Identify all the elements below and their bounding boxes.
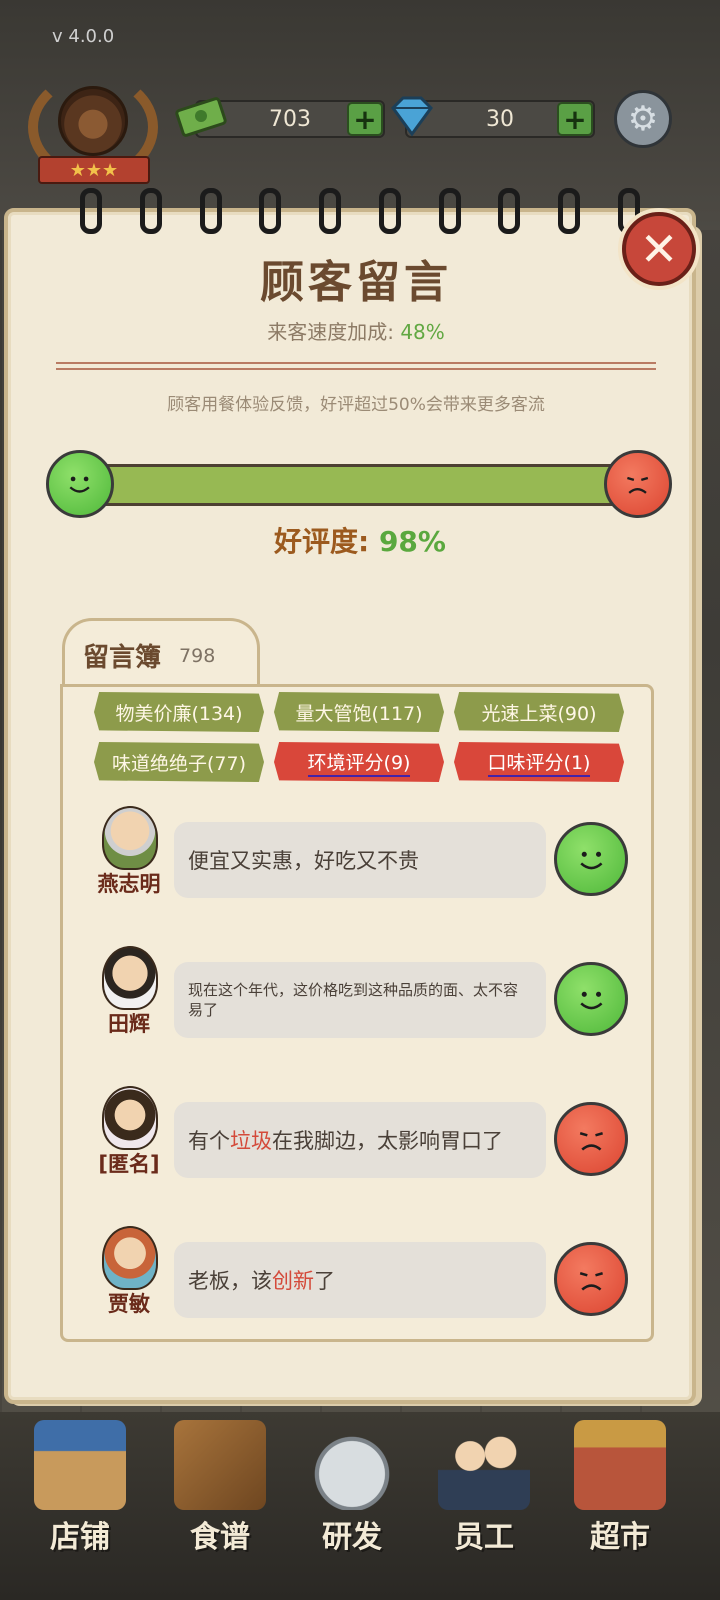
- message-text-part: 有个: [188, 1129, 230, 1153]
- review-tag[interactable]: 物美价廉(134): [94, 692, 264, 732]
- staff-icon: [438, 1420, 530, 1510]
- customer-name: 田辉: [108, 1012, 150, 1036]
- sad-face-icon: [554, 1102, 628, 1176]
- avatar: [102, 1226, 158, 1290]
- message-text-part: 老板，该: [188, 1269, 272, 1293]
- guestbook-count: 798: [179, 644, 216, 667]
- money-counter: 703 +: [175, 97, 385, 138]
- message-row: [匿名] 有个垃圾在我脚边，太影响胃口了: [84, 1086, 644, 1196]
- noodle-bowl-icon: [58, 86, 128, 156]
- nav-label: 食谱: [190, 1520, 250, 1555]
- review-tag-label: 环境评分(9): [307, 748, 411, 777]
- ring: [259, 188, 282, 234]
- message-text: 便宜又实惠，好吃又不贵: [188, 849, 419, 873]
- panel-title: 顾客留言: [260, 257, 452, 308]
- message-bubble: 有个垃圾在我脚边，太影响胃口了: [174, 1102, 546, 1178]
- gem-counter: 30 +: [391, 96, 595, 138]
- message-text-part: 在我脚边，太影响胃口了: [272, 1129, 503, 1153]
- ring: [558, 188, 581, 234]
- nav-recipes[interactable]: 食谱: [160, 1420, 280, 1570]
- nav-label: 超市: [590, 1520, 650, 1555]
- ring: [438, 188, 461, 234]
- message-row: 贾敏 老板，该创新了: [84, 1226, 644, 1336]
- happy-face-icon: [554, 822, 628, 896]
- review-tag-negative[interactable]: 环境评分(9): [274, 742, 444, 782]
- cash-icon: [175, 97, 227, 137]
- message-text: 有个垃圾在我脚边，太影响胃口了: [188, 1125, 503, 1155]
- divider: [56, 362, 656, 370]
- feedback-hint: 顾客用餐体验反馈，好评超过50%会带来更多客流: [167, 395, 545, 415]
- nav-research[interactable]: 研发: [292, 1420, 412, 1570]
- diamond-icon: [391, 96, 433, 137]
- ring: [498, 188, 521, 234]
- customer-name: [匿名]: [98, 1152, 160, 1176]
- rating-progress-bar: [80, 464, 640, 506]
- add-gems-button[interactable]: +: [557, 102, 593, 136]
- ring: [378, 188, 401, 234]
- good-rating-label: 好评度:: [274, 525, 370, 558]
- nav-label: 研发: [322, 1520, 382, 1555]
- ring: [199, 188, 222, 234]
- sad-face-icon: [604, 450, 672, 518]
- review-tag-label: 光速上菜(90): [481, 702, 597, 725]
- guestbook-label: 留言簿: [83, 643, 162, 673]
- tab-guestbook[interactable]: 留言簿 798: [62, 618, 260, 690]
- ring: [80, 188, 102, 234]
- avatar: [102, 806, 158, 870]
- customer-name: 贾敏: [108, 1292, 150, 1316]
- nav-supermarket[interactable]: 超市: [560, 1420, 680, 1570]
- nav-label: 员工: [454, 1520, 514, 1555]
- cooking-pot-icon: [306, 1420, 398, 1510]
- review-tag[interactable]: 味道绝绝子(77): [94, 742, 264, 782]
- notebook-rings: [80, 188, 640, 234]
- ring: [139, 188, 162, 234]
- gem-value: 30: [486, 106, 514, 132]
- review-tag-negative[interactable]: 口味评分(1): [454, 742, 624, 782]
- good-rating-value: 98%: [378, 525, 446, 558]
- money-value: 703: [269, 106, 311, 132]
- add-money-button[interactable]: +: [347, 102, 383, 136]
- happy-face-icon: [46, 450, 114, 518]
- version-label: v 4.0.0: [52, 26, 115, 47]
- avatar: [102, 946, 158, 1010]
- good-rating: 好评度: 98%: [0, 520, 720, 560]
- speed-value: 48%: [400, 320, 445, 344]
- review-tag-label: 量大管饱(117): [295, 702, 423, 725]
- review-tag[interactable]: 量大管饱(117): [274, 692, 444, 732]
- message-text: 老板，该创新了: [188, 1265, 335, 1295]
- customer-name: 燕志明: [97, 872, 161, 896]
- recipe-book-icon: [174, 1420, 266, 1510]
- review-tag-label: 味道绝绝子(77): [111, 752, 246, 775]
- shop-icon: [34, 1420, 126, 1510]
- customer-speed-bonus: 来客速度加成: 48%: [0, 316, 712, 345]
- review-tag-label: 物美价廉(134): [115, 702, 243, 725]
- star-rating: ★★★: [38, 156, 150, 184]
- message-text: 现在这个年代，这价格吃到这种品质的面、太不容易了: [188, 981, 519, 1019]
- nav-shop[interactable]: 店铺: [20, 1420, 140, 1570]
- message-bubble: 现在这个年代，这价格吃到这种品质的面、太不容易了: [174, 962, 546, 1038]
- message-highlight: 垃圾: [230, 1129, 272, 1153]
- avatar: [102, 1086, 158, 1150]
- review-tag[interactable]: 光速上菜(90): [454, 692, 624, 732]
- nav-label: 店铺: [50, 1520, 110, 1555]
- message-row: 田辉 现在这个年代，这价格吃到这种品质的面、太不容易了: [84, 946, 644, 1056]
- message-highlight: 创新: [272, 1269, 314, 1293]
- sad-face-icon: [554, 1242, 628, 1316]
- speed-label: 来客速度加成:: [267, 320, 394, 344]
- supermarket-icon: [574, 1420, 666, 1510]
- message-bubble: 老板，该创新了: [174, 1242, 546, 1318]
- message-bubble: 便宜又实惠，好吃又不贵: [174, 822, 546, 898]
- message-text-part: 了: [314, 1269, 335, 1293]
- review-tags: 物美价廉(134) 量大管饱(117) 光速上菜(90) 味道绝绝子(77) 环…: [94, 692, 624, 782]
- review-tag-label: 口味评分(1): [487, 748, 591, 777]
- restaurant-badge[interactable]: ★★★: [28, 72, 158, 192]
- settings-gear-icon[interactable]: ⚙: [614, 90, 672, 148]
- message-row: 燕志明 便宜又实惠，好吃又不贵: [84, 806, 644, 916]
- ring: [319, 188, 342, 234]
- happy-face-icon: [554, 962, 628, 1036]
- nav-staff[interactable]: 员工: [424, 1420, 544, 1570]
